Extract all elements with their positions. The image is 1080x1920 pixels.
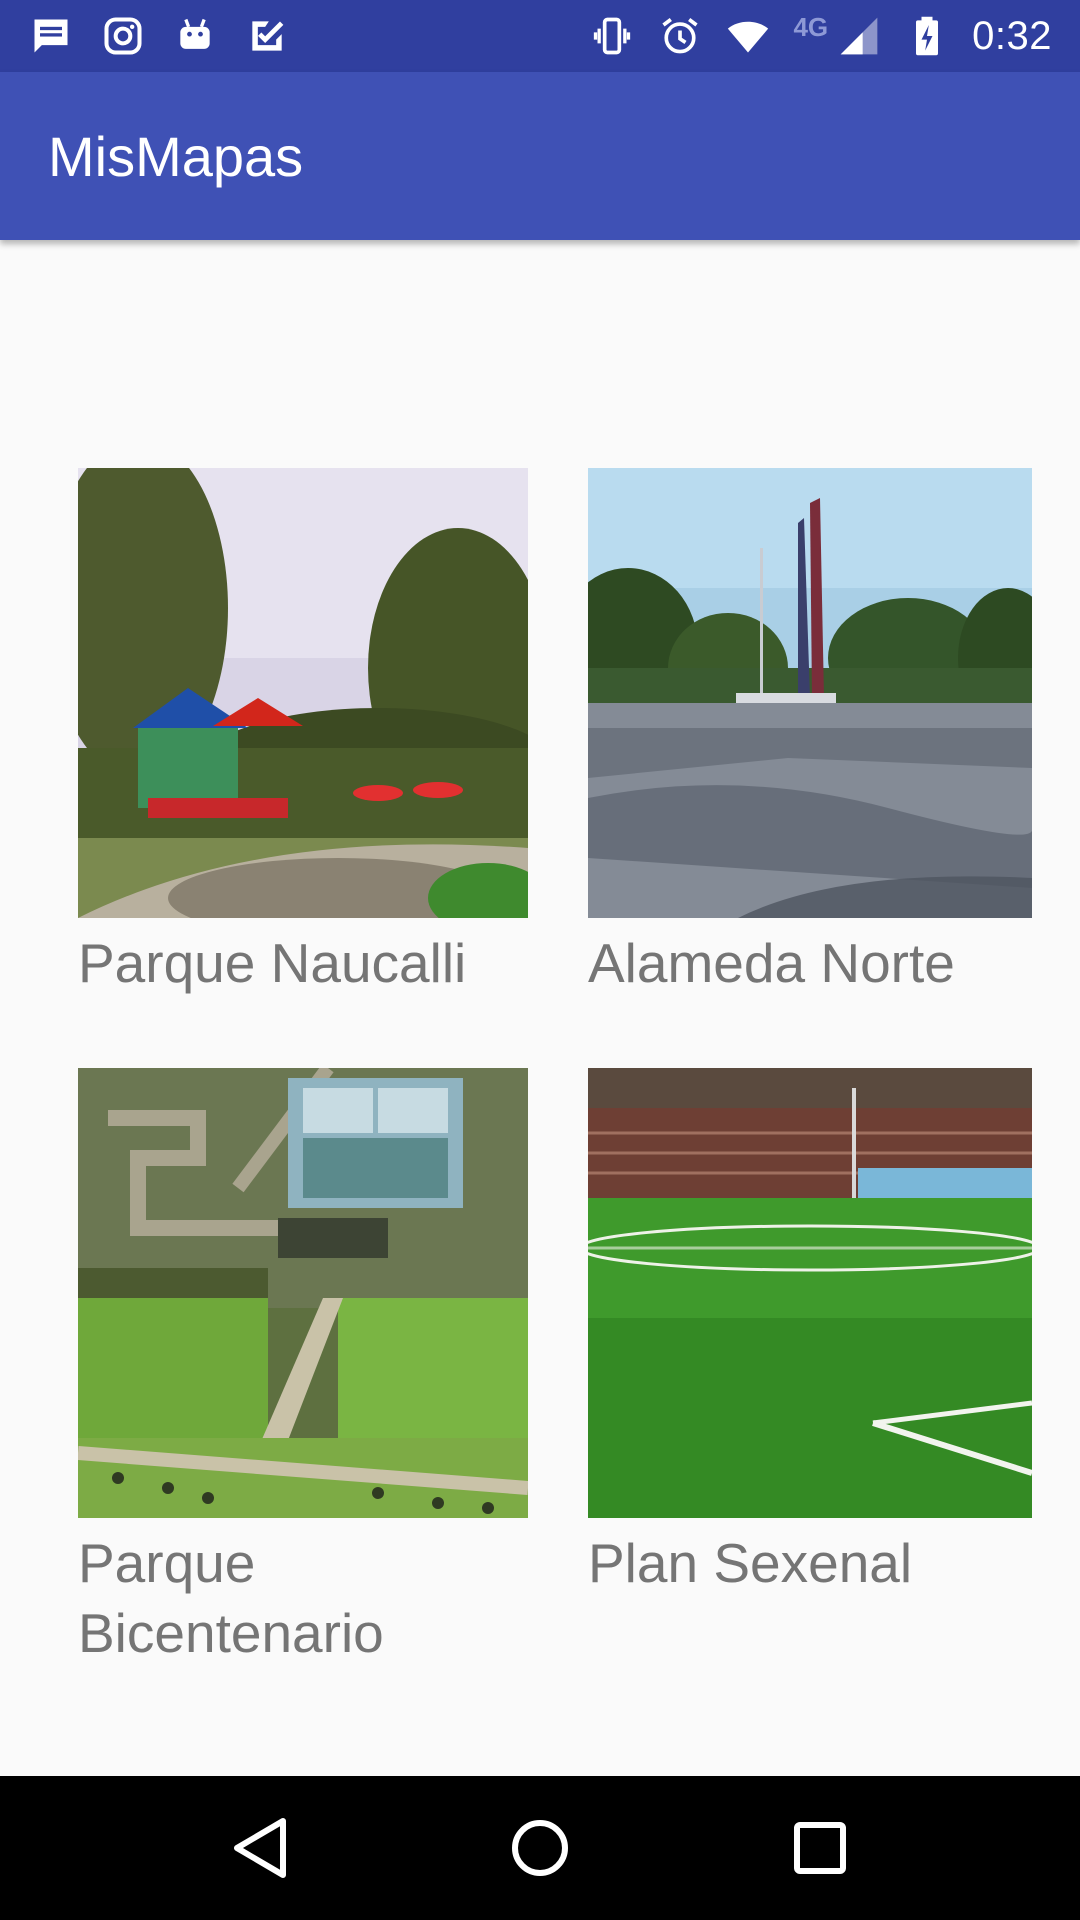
place-card-parque-naucalli[interactable]: Parque Naucalli [78, 468, 528, 998]
message-icon [28, 13, 74, 59]
plaza-monument-photo[interactable] [588, 468, 1032, 918]
place-card-parque-bicentenario[interactable]: Parque Bicentenario [78, 1068, 528, 1668]
tasks-icon [244, 13, 290, 59]
soccer-field-photo[interactable] [588, 1068, 1032, 1518]
place-card-alameda-norte[interactable]: Alameda Norte [588, 468, 1032, 998]
place-name: Alameda Norte [588, 932, 955, 994]
battery-charging-icon [904, 13, 950, 59]
vibrate-icon [589, 13, 635, 59]
instagram-icon [100, 13, 146, 59]
network-type-label: 4G [793, 11, 829, 42]
app-bar: MisMapas [0, 72, 1080, 240]
wifi-icon [725, 13, 771, 59]
place-card-plan-sexenal[interactable]: Plan Sexenal [588, 1068, 1032, 1598]
status-bar: 4G 0:32 [0, 0, 1080, 72]
playground-park-photo[interactable] [78, 468, 528, 918]
navigation-bar [0, 1776, 1080, 1920]
place-name: Parque Bicentenario [78, 1532, 384, 1664]
place-name: Parque Naucalli [78, 932, 467, 994]
alarm-icon [657, 13, 703, 59]
app-title: MisMapas [48, 124, 304, 188]
place-name: Plan Sexenal [588, 1532, 913, 1594]
signal-icon [836, 13, 882, 59]
android-icon [172, 13, 218, 59]
garden-greenhouse-aerial-photo[interactable] [78, 1068, 528, 1518]
back-icon[interactable] [200, 1788, 320, 1908]
status-clock: 0:32 [972, 13, 1052, 58]
home-icon[interactable] [480, 1788, 600, 1908]
recents-icon[interactable] [760, 1788, 880, 1908]
